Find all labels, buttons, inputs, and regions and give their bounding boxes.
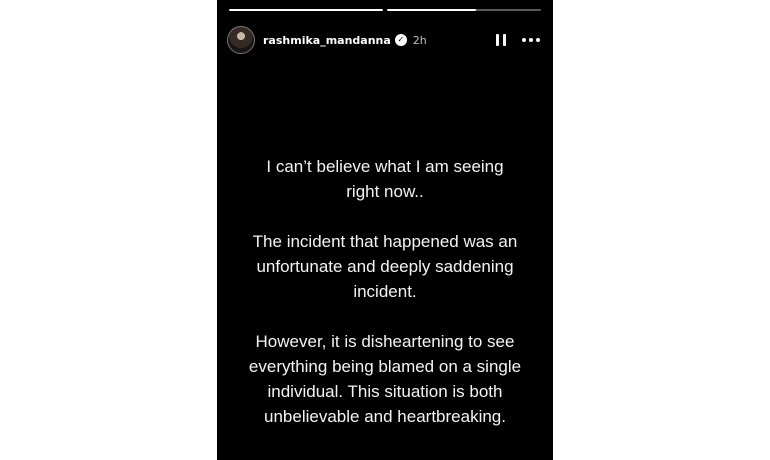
story-paragraph-1: I can’t believe what I am seeing right n… xyxy=(266,157,504,201)
more-dot-3 xyxy=(536,38,540,42)
more-options-icon[interactable] xyxy=(519,30,543,50)
story-progress-fill-2 xyxy=(387,9,477,11)
page: rashmika_mandanna ✓ 2h I can’t believe w… xyxy=(0,0,770,460)
story-paragraph-2: The incident that happened was an unfort… xyxy=(252,232,518,301)
story-viewer[interactable]: rashmika_mandanna ✓ 2h I can’t believe w… xyxy=(217,0,553,460)
story-paragraph-3: However, it is disheartening to see ever… xyxy=(248,332,522,426)
verified-badge-icon: ✓ xyxy=(394,34,407,46)
pause-bar-right xyxy=(503,34,506,46)
more-dot-1 xyxy=(522,38,526,42)
story-timestamp: 2h xyxy=(412,33,427,47)
story-progress-segment-2 xyxy=(387,9,541,11)
story-progress-segment-1 xyxy=(229,9,383,11)
pause-bar-left xyxy=(496,34,499,46)
story-text: I can’t believe what I am seeing right n… xyxy=(232,154,538,454)
story-header: rashmika_mandanna ✓ 2h xyxy=(227,24,543,56)
avatar[interactable] xyxy=(227,26,255,54)
more-dot-2 xyxy=(529,38,533,42)
pause-icon[interactable] xyxy=(491,30,511,50)
story-progress-fill-1 xyxy=(229,9,383,11)
story-progress-bar xyxy=(229,9,541,12)
username[interactable]: rashmika_mandanna xyxy=(263,34,391,47)
